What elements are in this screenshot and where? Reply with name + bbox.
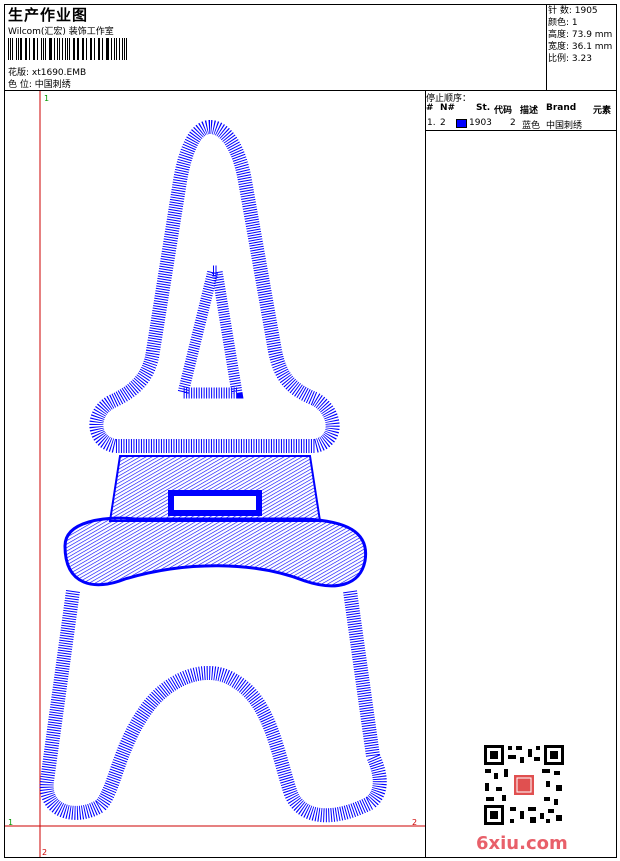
barcode-bar (86, 38, 87, 60)
barcode-bar (57, 38, 58, 60)
row-index: 1. (427, 118, 436, 128)
col-stitches: St. (476, 103, 490, 113)
page-title: 生产作业图 (8, 4, 88, 25)
row-brand: 中国刺绣 (546, 118, 582, 131)
barcode-icon (8, 38, 130, 60)
col-brand: Brand (546, 103, 576, 113)
stop-table-row[interactable]: 1. 2 1903 2 蓝色 中国刺绣 (426, 118, 616, 131)
row-code: 2 (510, 118, 516, 128)
site-watermark: 6xiu.com (476, 833, 568, 854)
production-sheet: 生产作业图 Wilcom(汇宏) 装饰工作室 花版: xt1690.EMB 色 … (4, 4, 617, 858)
header-info: 生产作业图 Wilcom(汇宏) 装饰工作室 花版: xt1690.EMB 色 … (5, 5, 547, 90)
color-count: 颜色: 1 (548, 17, 616, 29)
row-desc: 蓝色 (522, 118, 540, 131)
col-desc: 描述 (520, 103, 538, 116)
barcode-bar (20, 38, 21, 60)
barcode-bar (124, 38, 125, 60)
middle-window (171, 493, 259, 513)
barcode-bar (8, 38, 9, 60)
inner-window (183, 271, 237, 393)
col-code: 代码 (494, 103, 512, 116)
tower-legs (47, 591, 380, 815)
barcode-bar (74, 38, 75, 60)
marker-right: 2 (412, 818, 417, 827)
stop-table-header: # N# St. 代码 描述 Brand 元素 (426, 103, 616, 115)
design-stats: 针 数: 1905 颜色: 1 高度: 73.9 mm 宽度: 36.1 mm … (548, 5, 616, 65)
barcode-bar (65, 38, 66, 60)
marker-left: 1 (8, 818, 13, 827)
col-element: 元素 (593, 103, 611, 116)
lower-arch-band (65, 518, 366, 586)
header: 生产作业图 Wilcom(汇宏) 装饰工作室 花版: xt1690.EMB 色 … (5, 5, 616, 91)
barcode-bar (50, 38, 51, 60)
col-index: # (426, 103, 434, 113)
qr-code-icon (482, 743, 566, 827)
color-position-label: 色 位: 中国刺绣 (8, 77, 71, 90)
marker-top-left: 1 (44, 94, 49, 103)
eiffel-tower-stitches (47, 127, 380, 815)
barcode-bar (107, 38, 108, 60)
barcode-bar (29, 38, 30, 60)
stop-sequence-panel: 停止顺序： # N# St. 代码 描述 Brand 元素 1. 2 1903 … (426, 91, 616, 857)
barcode-bar (41, 38, 42, 60)
barcode-bar (37, 38, 38, 60)
row-needle: 2 (440, 118, 446, 128)
design-width: 宽度: 36.1 mm (548, 41, 616, 53)
barcode-bar (94, 38, 95, 60)
stitch-count: 针 数: 1905 (548, 5, 616, 17)
row-stitches: 1903 (469, 118, 492, 128)
barcode-bar (77, 38, 78, 60)
col-needle: N# (440, 103, 455, 113)
company-name: Wilcom(汇宏) 装饰工作室 (8, 24, 114, 37)
embroidery-preview: 1 1 2 2 (5, 91, 425, 857)
design-canvas: 1 1 2 2 (5, 91, 426, 857)
marker-bottom: 2 (42, 848, 47, 857)
color-swatch (456, 119, 467, 128)
design-scale: 比例: 3.23 (548, 53, 616, 65)
design-height: 高度: 73.9 mm (548, 29, 616, 41)
barcode-bar (16, 38, 17, 60)
barcode-bar (116, 38, 117, 60)
barcode-bar (102, 38, 103, 60)
